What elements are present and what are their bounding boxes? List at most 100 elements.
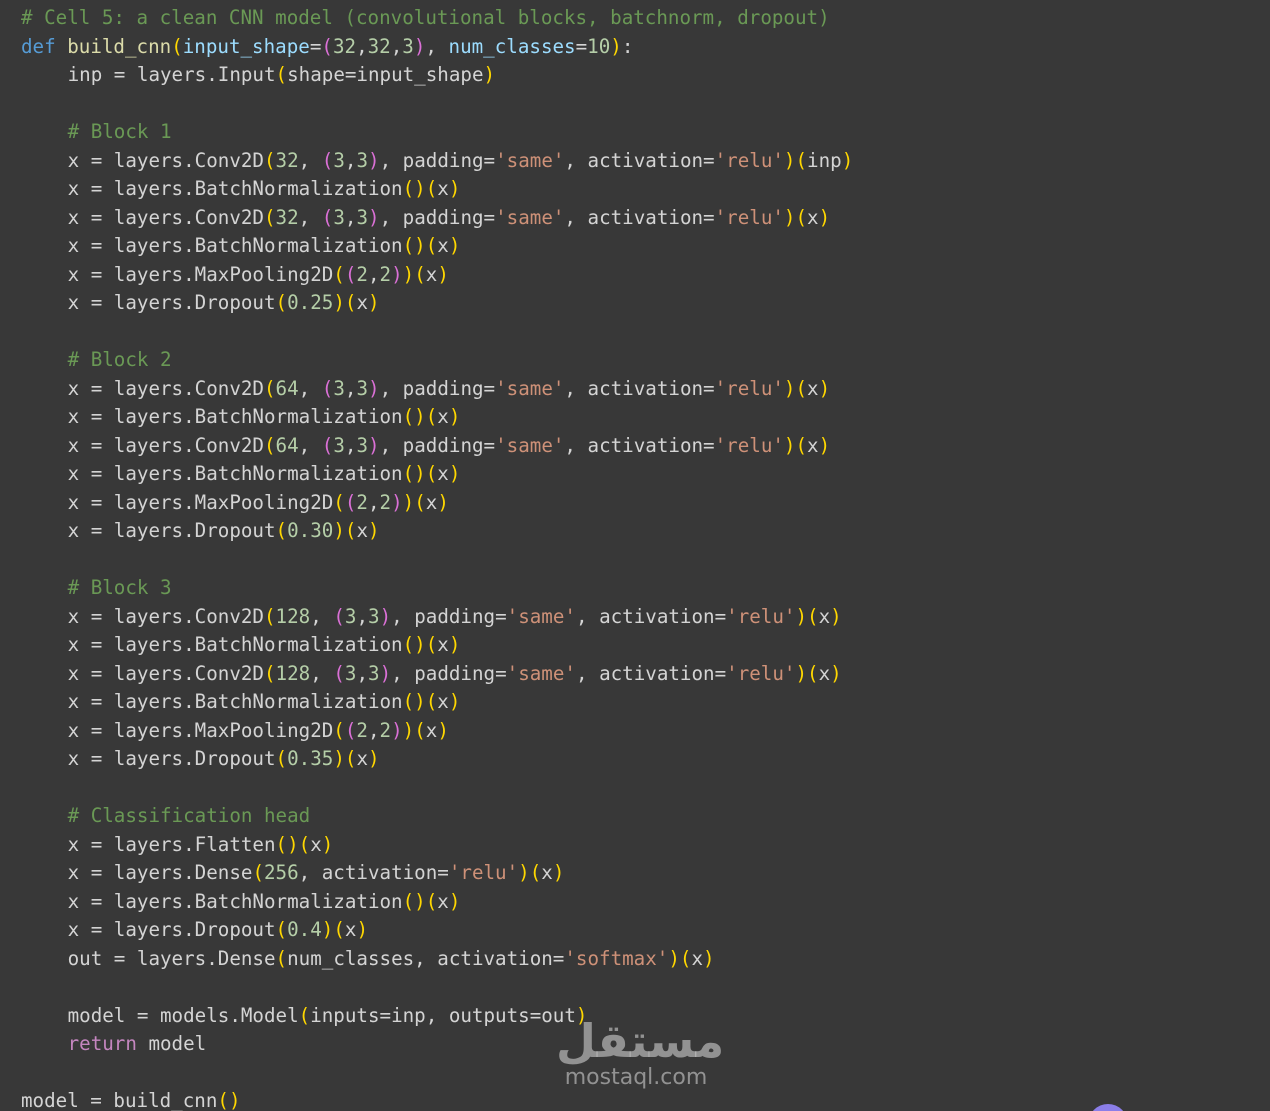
- code-token: (: [795, 433, 808, 457]
- code-token: ): [368, 205, 380, 229]
- code-line[interactable]: # Block 3: [21, 574, 1270, 603]
- code-line[interactable]: [21, 90, 1270, 119]
- code-token: ,: [367, 718, 380, 742]
- code-token: (: [263, 376, 276, 400]
- code-token: (: [321, 34, 333, 58]
- code-token: (: [275, 519, 288, 542]
- code-token: 3: [368, 661, 380, 685]
- code-token: Dense: [194, 861, 253, 884]
- code-token: x: [807, 376, 819, 400]
- code-line[interactable]: model = models.Model(inputs=inp, outputs…: [21, 1002, 1270, 1031]
- code-token: 0.35: [287, 747, 334, 770]
- code-line[interactable]: [21, 774, 1270, 803]
- code-token: ): [830, 604, 842, 628]
- code-token: ): [448, 633, 461, 656]
- code-token: model = models.: [67, 1003, 241, 1027]
- code-token: (): [402, 690, 426, 713]
- code-token: x: [437, 889, 449, 913]
- code-line[interactable]: def build_cnn(input_shape=(32,32,3), num…: [21, 33, 1270, 62]
- code-token: (: [321, 205, 334, 229]
- code-line[interactable]: x = layers.Conv2D(128, (3,3), padding='s…: [21, 660, 1270, 689]
- code-token: 3: [356, 433, 369, 457]
- code-token: ,: [367, 262, 380, 286]
- code-token: Flatten: [194, 832, 276, 856]
- code-token: # Block 1: [67, 120, 172, 143]
- code-token: 'relu': [714, 148, 784, 172]
- code-token: x: [425, 490, 438, 514]
- code-token: Input: [217, 63, 276, 86]
- code-token: (: [425, 889, 438, 913]
- code-token: (: [344, 262, 357, 286]
- code-line[interactable]: x = layers.BatchNormalization()(x): [21, 232, 1270, 261]
- code-line[interactable]: x = layers.BatchNormalization()(x): [21, 888, 1270, 917]
- code-token: (: [333, 918, 345, 941]
- code-token: ): [368, 747, 380, 770]
- code-line[interactable]: return model: [21, 1030, 1270, 1059]
- code-line[interactable]: [21, 546, 1270, 575]
- code-token: (): [402, 633, 426, 656]
- code-token: (: [298, 1003, 311, 1027]
- code-token: ,: [356, 661, 368, 685]
- code-token: (: [344, 747, 357, 770]
- code-line[interactable]: x = layers.BatchNormalization()(x): [21, 631, 1270, 660]
- code-token: ): [333, 291, 345, 314]
- code-line[interactable]: x = layers.Dense(256, activation='relu')…: [21, 859, 1270, 888]
- code-line[interactable]: x = layers.Flatten()(x): [21, 831, 1270, 860]
- code-line[interactable]: x = layers.Conv2D(64, (3,3), padding='sa…: [21, 432, 1270, 461]
- code-line[interactable]: x = layers.BatchNormalization()(x): [21, 460, 1270, 489]
- code-line[interactable]: x = layers.Conv2D(128, (3,3), padding='s…: [21, 603, 1270, 632]
- code-editor[interactable]: # Cell 5: a clean CNN model (convolution…: [0, 0, 1270, 1111]
- code-token: x: [437, 690, 449, 713]
- code-line[interactable]: x = layers.Conv2D(64, (3,3), padding='sa…: [21, 375, 1270, 404]
- code-token: ): [448, 462, 461, 485]
- code-line[interactable]: x = layers.Dropout(0.30)(x): [21, 517, 1270, 546]
- code-line[interactable]: [21, 973, 1270, 1002]
- code-token: ): [818, 205, 831, 229]
- code-token: ): [356, 918, 369, 941]
- code-line[interactable]: [21, 318, 1270, 347]
- code-token: ): [818, 376, 831, 400]
- code-token: ): [448, 405, 461, 428]
- code-token: , activation=: [564, 433, 715, 457]
- code-line[interactable]: # Cell 5: a clean CNN model (convolution…: [21, 4, 1270, 33]
- code-token: ,: [298, 376, 322, 400]
- code-token: 'softmax': [564, 946, 669, 970]
- code-line[interactable]: [21, 1059, 1270, 1088]
- code-token: build_cnn: [67, 34, 172, 58]
- code-token: model = build_cnn: [21, 1089, 218, 1111]
- code-token: Dense: [217, 946, 276, 970]
- code-token: ,: [310, 604, 334, 628]
- code-line[interactable]: x = layers.Conv2D(32, (3,3), padding='sa…: [21, 147, 1270, 176]
- code-line[interactable]: x = layers.BatchNormalization()(x): [21, 688, 1270, 717]
- code-line[interactable]: out = layers.Dense(num_classes, activati…: [21, 945, 1270, 974]
- code-line[interactable]: # Block 1: [21, 118, 1270, 147]
- code-token: 3: [333, 433, 345, 457]
- code-token: x = layers.: [67, 148, 195, 172]
- code-line[interactable]: inp = layers.Input(shape=input_shape): [21, 61, 1270, 90]
- code-line[interactable]: x = layers.MaxPooling2D((2,2))(x): [21, 489, 1270, 518]
- code-token: ): [783, 433, 796, 457]
- code-token: x: [807, 433, 819, 457]
- code-line[interactable]: x = layers.BatchNormalization()(x): [21, 403, 1270, 432]
- code-token: ): [552, 861, 565, 884]
- code-line[interactable]: x = layers.MaxPooling2D((2,2))(x): [21, 261, 1270, 290]
- code-line[interactable]: x = layers.BatchNormalization()(x): [21, 175, 1270, 204]
- code-token: # Block 3: [67, 576, 172, 599]
- code-line[interactable]: # Block 2: [21, 346, 1270, 375]
- code-token: 2: [356, 262, 368, 286]
- code-block[interactable]: # Cell 5: a clean CNN model (convolution…: [21, 4, 1270, 1111]
- code-line[interactable]: x = layers.Dropout(0.4)(x): [21, 916, 1270, 945]
- code-line[interactable]: x = layers.Dropout(0.25)(x): [21, 289, 1270, 318]
- code-line[interactable]: model = build_cnn(): [21, 1087, 1270, 1111]
- code-line[interactable]: x = layers.Conv2D(32, (3,3), padding='sa…: [21, 204, 1270, 233]
- code-token: 3: [333, 205, 345, 229]
- code-line[interactable]: # Classification head: [21, 802, 1270, 831]
- code-line[interactable]: x = layers.MaxPooling2D((2,2))(x): [21, 717, 1270, 746]
- code-token: ): [795, 661, 808, 685]
- code-token: ): [391, 262, 403, 286]
- code-line[interactable]: x = layers.Dropout(0.35)(x): [21, 745, 1270, 774]
- code-token: ): [575, 1003, 588, 1027]
- code-token: , activation=: [564, 205, 715, 229]
- code-token: (: [414, 718, 426, 742]
- code-token: ): [483, 63, 496, 86]
